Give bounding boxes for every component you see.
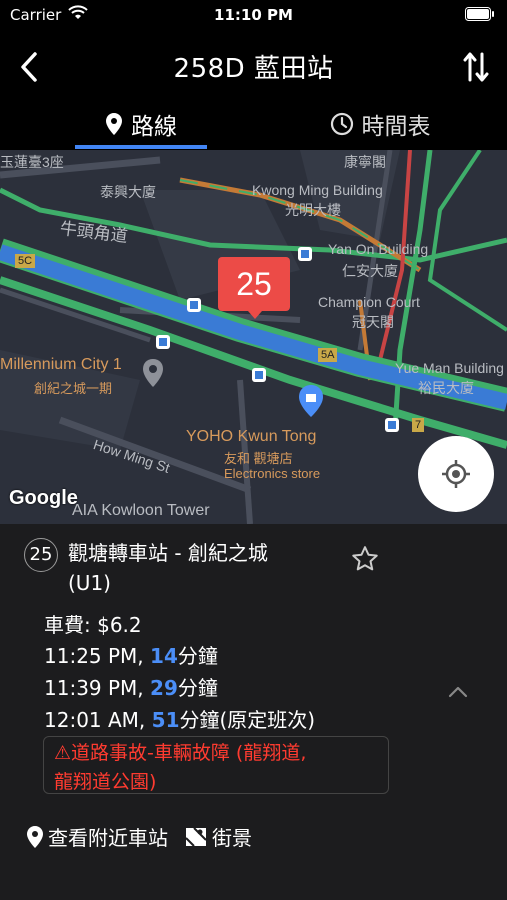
nearby-stops-label: 查看附近車站 <box>48 826 168 850</box>
poi-pin-icon[interactable] <box>142 358 164 388</box>
stop-name-line1: 觀塘轉車站 - 創紀之城 <box>68 541 268 565</box>
bus-stop-icon[interactable] <box>298 247 312 261</box>
crosshair-icon <box>442 460 470 488</box>
stop-marker[interactable]: 25 <box>218 257 290 319</box>
street-view-button[interactable]: 街景 <box>184 822 252 851</box>
map-label: YOHO Kwun Tong <box>186 428 317 445</box>
eta-minutes: 29 <box>150 676 178 700</box>
map-label: 5A <box>318 348 338 362</box>
alert-line1: ⚠道路事故-車輛故障 (龍翔道, <box>54 742 307 764</box>
map-label: 7 <box>412 418 425 432</box>
map-label: 仁安大廈 <box>342 263 398 279</box>
eta-unit: 分鐘 <box>179 708 220 732</box>
favorite-star-icon[interactable] <box>350 544 380 574</box>
chevron-up-icon[interactable] <box>446 684 470 700</box>
tab-route-label: 路線 <box>131 114 177 140</box>
map-label: Yue Man Building <box>395 360 504 376</box>
battery-icon <box>465 7 494 21</box>
active-tab-indicator <box>75 145 207 149</box>
bus-stop-icon[interactable] <box>252 368 266 382</box>
eta-minutes: 14 <box>150 644 178 668</box>
map-label: 5C <box>15 254 36 268</box>
map-label: Yan On Building <box>328 241 429 257</box>
eta-note: (原定班次) <box>219 708 316 732</box>
clock-icon <box>330 112 353 136</box>
map-label: Electronics store <box>224 466 321 481</box>
map-label: 光明大樓 <box>285 202 341 218</box>
stop-detail-panel: 25 觀塘轉車站 - 創紀之城 (U1) 車費: $6.2 11:25 PM, … <box>0 524 507 900</box>
eta-minutes: 51 <box>151 708 180 732</box>
route-map[interactable]: 玉蓮臺3座 康寧閣 泰興大廈 Kwong Ming Building 光明大樓 … <box>0 150 507 524</box>
stop-name-line2: (U1) <box>68 571 111 595</box>
eta-time: 12:01 AM, <box>44 708 152 732</box>
map-label: 創紀之城一期 <box>34 381 113 396</box>
map-label: 冠天閣 <box>352 314 394 330</box>
street-view-label: 街景 <box>212 826 252 850</box>
status-bar: Carrier 11:10 PM <box>0 0 507 32</box>
traffic-alert: ⚠道路事故-車輛故障 (龍翔道, 龍翔道公園) <box>43 736 389 794</box>
google-attribution: Google <box>9 487 78 509</box>
swap-direction-icon[interactable] <box>463 50 489 84</box>
map-label: AIA Kowloon Tower <box>72 502 210 519</box>
tab-timetable-label: 時間表 <box>361 114 431 140</box>
eta-row: 11:39 PM, 29分鐘 <box>44 672 218 701</box>
tab-bar: 路線 時間表 <box>0 100 507 150</box>
clock: 11:10 PM <box>214 6 293 24</box>
map-label: 泰興大廈 <box>100 184 156 200</box>
eta-row: 11:25 PM, 14分鐘 <box>44 640 218 669</box>
street-view-icon <box>185 826 207 847</box>
tab-route[interactable]: 路線 <box>75 100 207 148</box>
map-label: 康寧閣 <box>344 154 386 170</box>
map-pin-icon <box>27 825 43 848</box>
eta-unit: 分鐘 <box>177 676 218 700</box>
bus-stop-icon[interactable] <box>187 298 201 312</box>
map-label: Millennium City 1 <box>0 356 122 373</box>
map-pin-icon <box>106 113 122 135</box>
map-label: 玉蓮臺3座 <box>0 154 64 170</box>
stop-name: 觀塘轉車站 - 創紀之城 (U1) <box>68 538 368 598</box>
map-label: Kwong Ming Building <box>252 182 383 198</box>
shopping-pin-icon[interactable] <box>298 384 324 418</box>
eta-time: 11:25 PM, <box>44 644 151 668</box>
tab-timetable[interactable]: 時間表 <box>300 100 460 148</box>
fare-text: 車費: $6.2 <box>44 613 142 637</box>
eta-row: 12:01 AM, 51分鐘(原定班次) <box>44 704 315 733</box>
my-location-button[interactable] <box>418 436 494 512</box>
nearby-stops-button[interactable]: 查看附近車站 <box>26 822 168 851</box>
navigation-bar: 258D 藍田站 <box>0 34 507 100</box>
alert-line2: 龍翔道公園) <box>54 771 157 793</box>
bus-stop-icon[interactable] <box>156 335 170 349</box>
map-label: 友和 觀塘店 <box>224 451 293 466</box>
eta-time: 11:39 PM, <box>44 676 151 700</box>
eta-unit: 分鐘 <box>177 644 218 668</box>
bus-stop-icon[interactable] <box>385 418 399 432</box>
action-row: 查看附近車站 街景 <box>26 822 262 851</box>
page-title: 258D 藍田站 <box>173 54 334 84</box>
map-label: 裕民大廈 <box>418 380 474 396</box>
map-label: Champion Court <box>318 294 420 310</box>
stop-sequence-badge: 25 <box>24 538 58 572</box>
